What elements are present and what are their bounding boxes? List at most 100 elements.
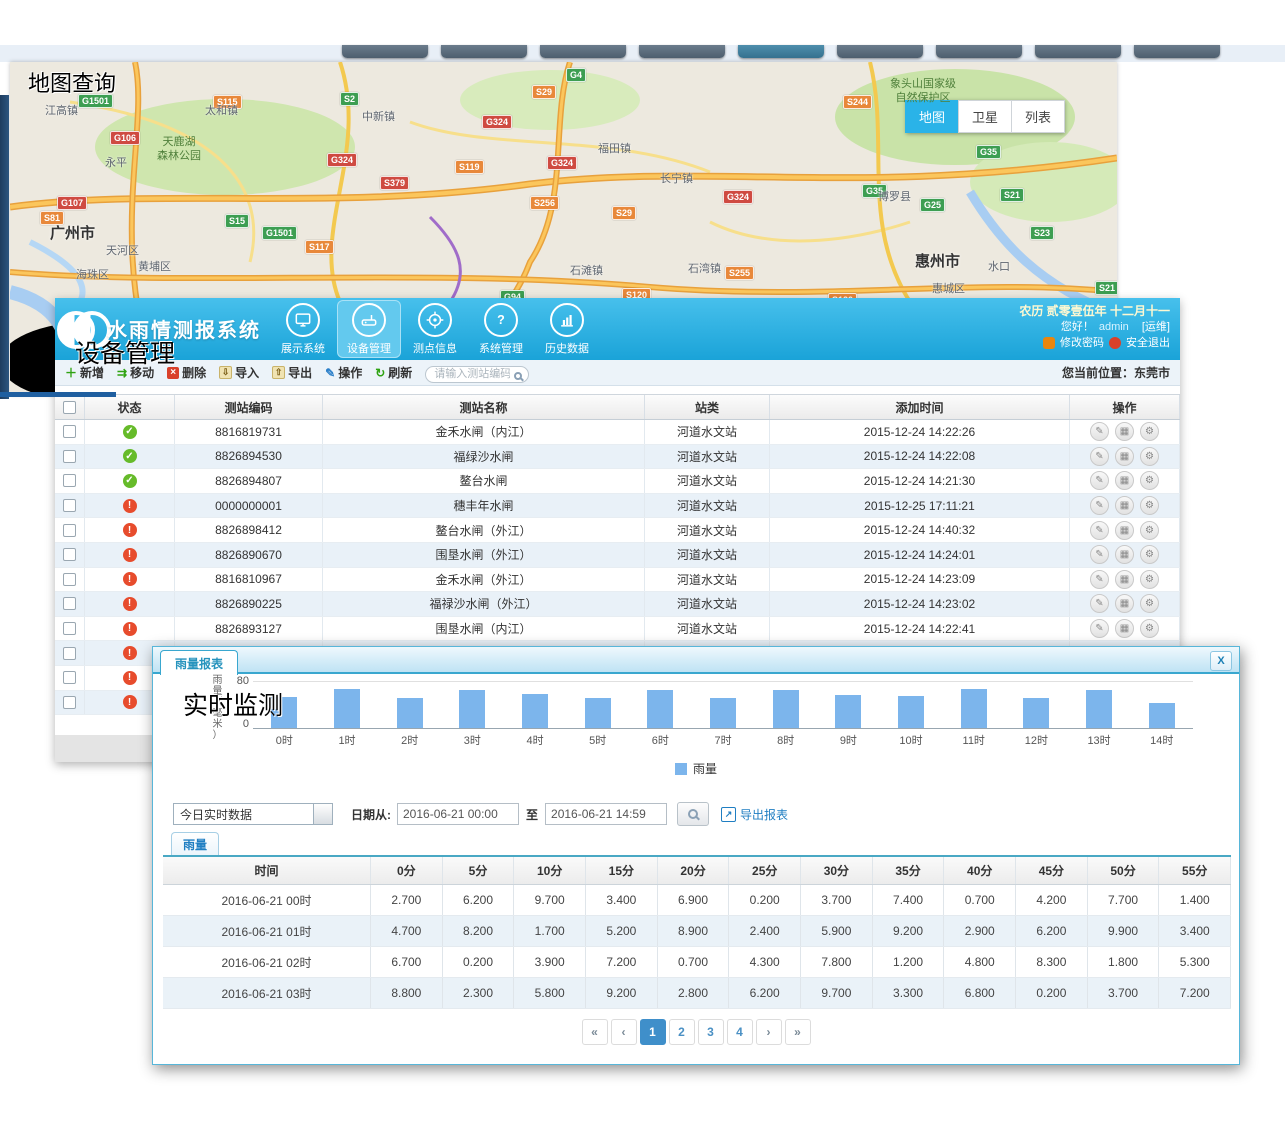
- nav-item-monitor[interactable]: 展示系统: [271, 300, 335, 358]
- station-column-header: 添加时间: [770, 395, 1070, 419]
- map-town-label: 江高镇: [45, 102, 78, 118]
- page-button-»[interactable]: »: [785, 1019, 811, 1045]
- page-button-1[interactable]: 1: [640, 1019, 666, 1045]
- calendar-icon[interactable]: ▦: [1115, 619, 1134, 638]
- edit-icon[interactable]: ✎: [1090, 619, 1109, 638]
- calendar-icon[interactable]: ▦: [1115, 422, 1134, 441]
- station-cell: [55, 592, 85, 616]
- search-button[interactable]: [677, 802, 709, 826]
- page-button-2[interactable]: 2: [669, 1019, 695, 1045]
- browser-tab[interactable]: [540, 45, 626, 58]
- page-button-4[interactable]: 4: [727, 1019, 753, 1045]
- browser-tab[interactable]: [837, 45, 923, 58]
- row-checkbox[interactable]: [63, 450, 76, 463]
- nav-item-chart[interactable]: 历史数据: [535, 300, 599, 358]
- edit-icon[interactable]: ✎: [1090, 447, 1109, 466]
- edit-icon[interactable]: ✎: [1090, 594, 1109, 613]
- calendar-icon[interactable]: ▦: [1115, 545, 1134, 564]
- search-icon[interactable]: [514, 367, 524, 377]
- range-select[interactable]: 今日实时数据: [173, 803, 333, 825]
- row-checkbox[interactable]: [63, 548, 76, 561]
- toolbar-button-label: 导入: [235, 364, 259, 381]
- row-checkbox[interactable]: [63, 499, 76, 512]
- toolbar-refresh-button[interactable]: ↻刷新: [375, 364, 412, 381]
- map-view-button-列表[interactable]: 列表: [1011, 100, 1065, 133]
- settings-icon[interactable]: ⚙: [1140, 471, 1159, 490]
- nav-item-device[interactable]: 设备管理: [337, 300, 401, 358]
- close-icon[interactable]: X: [1210, 651, 1232, 671]
- bar-slot: [629, 690, 692, 728]
- toolbar-operate-button[interactable]: ✎操作: [325, 364, 362, 381]
- browser-tab[interactable]: [738, 45, 824, 58]
- tab-rain-report[interactable]: 雨量报表: [160, 650, 238, 675]
- current-location: 您当前位置：东莞市: [1062, 364, 1170, 381]
- tab-rain[interactable]: 雨量: [171, 832, 219, 856]
- row-checkbox[interactable]: [63, 474, 76, 487]
- export-report-link[interactable]: ↗ 导出报表: [721, 806, 788, 823]
- edit-icon[interactable]: ✎: [1090, 496, 1109, 515]
- page-button-3[interactable]: 3: [698, 1019, 724, 1045]
- edit-icon[interactable]: ✎: [1090, 471, 1109, 490]
- road-shield: S379: [380, 176, 409, 190]
- station-cell: [55, 617, 85, 641]
- page-button-«[interactable]: «: [582, 1019, 608, 1045]
- edit-icon[interactable]: ✎: [1090, 422, 1109, 441]
- nav-item-question[interactable]: ?系统管理: [469, 300, 533, 358]
- toolbar-import-button[interactable]: ⇩导入: [219, 364, 259, 381]
- toolbar-export-button[interactable]: ⇧导出: [272, 364, 312, 381]
- chevron-down-icon[interactable]: [313, 804, 332, 824]
- rain-bar-chart: [253, 681, 1193, 729]
- settings-icon[interactable]: ⚙: [1140, 570, 1159, 589]
- settings-icon[interactable]: ⚙: [1140, 594, 1159, 613]
- minute-value-cell: 4.300: [729, 947, 801, 977]
- chart-icon: [550, 303, 584, 337]
- row-checkbox[interactable]: [63, 597, 76, 610]
- calendar-icon[interactable]: ▦: [1115, 471, 1134, 490]
- edit-icon[interactable]: ✎: [1090, 521, 1109, 540]
- browser-tab[interactable]: [1134, 45, 1220, 58]
- settings-icon[interactable]: ⚙: [1140, 619, 1159, 638]
- minute-value-cell: 0.200: [443, 947, 515, 977]
- date-to-input[interactable]: [545, 803, 667, 825]
- row-checkbox[interactable]: [63, 622, 76, 635]
- page-button-‹[interactable]: ‹: [611, 1019, 637, 1045]
- row-checkbox[interactable]: [63, 573, 76, 586]
- row-checkbox[interactable]: [63, 696, 76, 709]
- row-checkbox[interactable]: [63, 647, 76, 660]
- logout-link[interactable]: 安全退出: [1126, 335, 1170, 351]
- calendar-icon[interactable]: ▦: [1115, 594, 1134, 613]
- map-view-button-卫星[interactable]: 卫星: [958, 100, 1012, 133]
- browser-tab[interactable]: [342, 45, 428, 58]
- edit-icon[interactable]: ✎: [1090, 570, 1109, 589]
- row-checkbox[interactable]: [63, 425, 76, 438]
- page-button-›[interactable]: ›: [756, 1019, 782, 1045]
- popup-titlebar[interactable]: [153, 647, 1239, 674]
- minute-value-cell: 7.200: [1159, 978, 1231, 1008]
- row-checkbox[interactable]: [63, 524, 76, 537]
- row-checkbox[interactable]: [63, 671, 76, 684]
- settings-icon[interactable]: ⚙: [1140, 545, 1159, 564]
- change-password-link[interactable]: 修改密码: [1060, 335, 1104, 351]
- browser-tab[interactable]: [1035, 45, 1121, 58]
- calendar-icon[interactable]: ▦: [1115, 570, 1134, 589]
- browser-tab[interactable]: [639, 45, 725, 58]
- rain-bar: [1149, 703, 1175, 728]
- date-from-input[interactable]: [397, 803, 519, 825]
- select-all-checkbox[interactable]: [63, 401, 76, 414]
- settings-icon[interactable]: ⚙: [1140, 447, 1159, 466]
- nav-item-target[interactable]: 测点信息: [403, 300, 467, 358]
- status-error-icon: !: [123, 671, 137, 685]
- settings-icon[interactable]: ⚙: [1140, 422, 1159, 441]
- browser-tab[interactable]: [936, 45, 1022, 58]
- edit-icon[interactable]: ✎: [1090, 545, 1109, 564]
- browser-tab[interactable]: [441, 45, 527, 58]
- settings-icon[interactable]: ⚙: [1140, 521, 1159, 540]
- settings-icon[interactable]: ⚙: [1140, 496, 1159, 515]
- x-axis-label: 1时: [316, 732, 379, 748]
- minute-time-cell: 2016-06-21 02时: [163, 947, 371, 977]
- bar-slot: [504, 694, 567, 728]
- import-icon: ⇩: [219, 366, 232, 379]
- calendar-icon[interactable]: ▦: [1115, 496, 1134, 515]
- calendar-icon[interactable]: ▦: [1115, 521, 1134, 540]
- calendar-icon[interactable]: ▦: [1115, 447, 1134, 466]
